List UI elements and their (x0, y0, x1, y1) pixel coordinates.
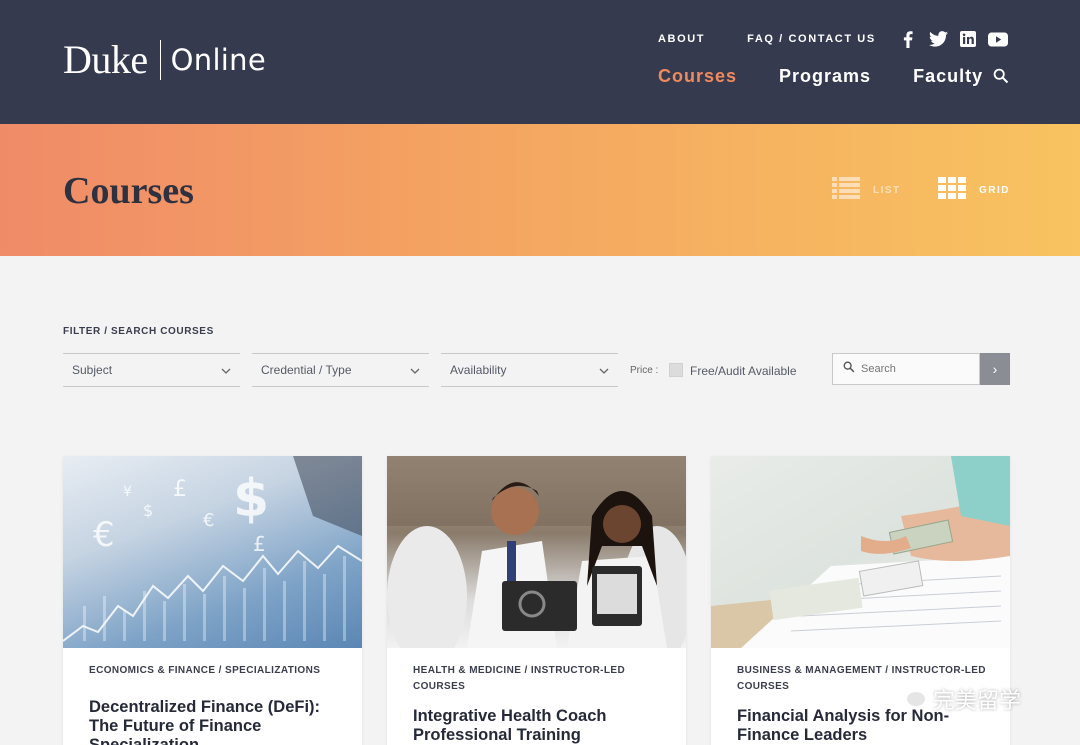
free-audit-checkbox[interactable] (669, 363, 683, 377)
nav-faculty[interactable]: Faculty (913, 66, 983, 87)
svg-text:£: £ (253, 532, 266, 556)
search-icon (843, 360, 855, 378)
free-audit-label[interactable]: Free/Audit Available (690, 364, 797, 378)
facebook-icon[interactable] (898, 30, 918, 48)
subject-dropdown[interactable]: Subject (63, 353, 240, 387)
social-links (898, 30, 1018, 48)
price-label: Price : (630, 365, 659, 376)
site-header: Duke Online ABOUT FAQ / CONTACT US Cours… (0, 0, 1080, 124)
course-category: HEALTH & MEDICINE / INSTRUCTOR-LED COURS… (413, 665, 626, 692)
course-search-field[interactable] (832, 353, 980, 385)
list-view-toggle[interactable]: LIST (832, 177, 901, 204)
course-image-business (711, 456, 1010, 648)
search-icon[interactable] (993, 68, 1009, 89)
logo-online-text: Online (170, 43, 266, 77)
availability-dropdown-label: Availability (450, 363, 507, 377)
page-title: Courses (63, 170, 194, 212)
grid-view-icon (938, 177, 966, 204)
chevron-right-icon: › (992, 361, 998, 377)
course-title[interactable]: Decentralized Finance (DeFi): The Future… (89, 698, 349, 745)
search-submit-button[interactable]: › (980, 353, 1010, 385)
nav-programs[interactable]: Programs (779, 66, 871, 87)
page-banner: Courses LIST GRID (0, 124, 1080, 256)
svg-text:$: $ (143, 501, 153, 520)
youtube-icon[interactable] (988, 30, 1008, 48)
twitter-icon[interactable] (928, 30, 948, 48)
svg-text:$: $ (233, 469, 269, 529)
wechat-watermark: 完美留学 (893, 683, 1021, 715)
duke-online-logo[interactable]: Duke Online (63, 38, 266, 82)
filter-heading: FILTER / SEARCH COURSES (63, 326, 214, 337)
chevron-down-icon (410, 363, 420, 377)
grid-view-toggle[interactable]: GRID (938, 177, 1010, 204)
main-nav: Courses Programs Faculty (658, 66, 1009, 87)
search-input[interactable] (861, 363, 971, 375)
course-category: ECONOMICS & FINANCE / SPECIALIZATIONS (89, 665, 321, 676)
subject-dropdown-label: Subject (72, 363, 113, 377)
list-view-label: LIST (873, 185, 901, 196)
course-image-finance: $ € £ € $ £ ¥ (63, 456, 362, 648)
linkedin-icon[interactable] (958, 30, 978, 48)
course-title[interactable]: Integrative Health Coach Professional Tr… (413, 707, 673, 745)
grid-view-label: GRID (979, 185, 1010, 196)
faq-contact-link[interactable]: FAQ / CONTACT US (747, 33, 876, 45)
credential-type-dropdown[interactable]: Credential / Type (252, 353, 429, 387)
about-link[interactable]: ABOUT (658, 33, 705, 45)
svg-text:€: € (203, 510, 214, 531)
watermark-text: 完美留学 (933, 689, 1022, 714)
wechat-icon (893, 683, 927, 715)
utility-nav: ABOUT FAQ / CONTACT US (658, 33, 876, 45)
svg-text:¥: ¥ (123, 484, 132, 500)
course-card[interactable]: $ € £ € $ £ ¥ ECONOMICS & FINANCE / SPEC… (63, 456, 362, 745)
course-card[interactable]: HEALTH & MEDICINE / INSTRUCTOR-LED COURS… (387, 456, 686, 745)
svg-text:£: £ (173, 477, 187, 502)
credential-type-dropdown-label: Credential / Type (261, 363, 352, 377)
availability-dropdown[interactable]: Availability (441, 353, 618, 387)
course-image-health (387, 456, 686, 648)
nav-courses[interactable]: Courses (658, 66, 737, 87)
logo-divider (159, 40, 161, 80)
list-view-icon (832, 177, 860, 204)
svg-text:€: € (93, 515, 115, 555)
chevron-down-icon (599, 363, 609, 377)
chevron-down-icon (221, 363, 231, 377)
logo-duke-text: Duke (63, 37, 148, 82)
